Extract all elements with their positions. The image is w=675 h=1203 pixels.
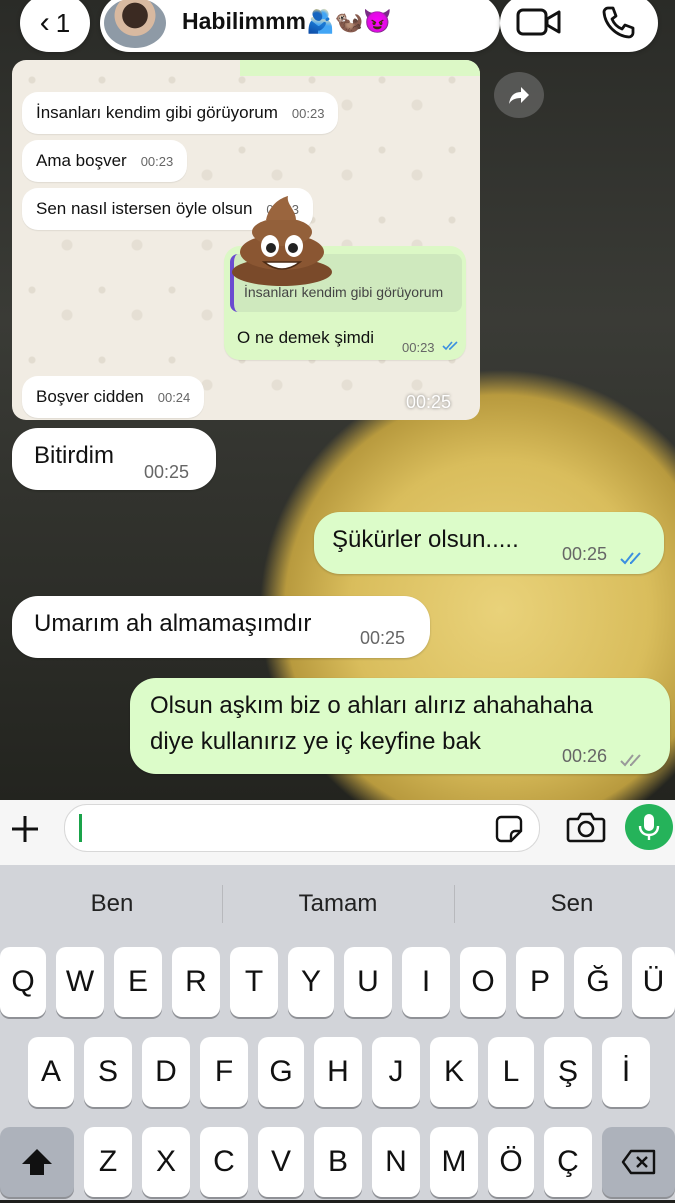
key-i[interactable]: I xyxy=(402,947,450,1017)
message-composer xyxy=(0,800,675,865)
backspace-icon xyxy=(621,1149,655,1175)
message-time: 00:26 xyxy=(562,746,608,766)
delivered-ticks-icon xyxy=(620,748,646,776)
key-y[interactable]: Y xyxy=(288,947,334,1017)
suggestion-divider xyxy=(222,885,223,923)
key-k[interactable]: K xyxy=(430,1037,478,1107)
screenshot-message: Boşver cidden 00:24 xyxy=(22,376,205,418)
text-caret xyxy=(79,814,82,842)
message-time: 00:25 xyxy=(562,544,608,564)
read-ticks-icon xyxy=(442,339,460,357)
forward-button[interactable] xyxy=(494,72,544,118)
microphone-icon xyxy=(638,814,660,840)
screenshot-message: Ama boşver 00:23 xyxy=(22,140,188,182)
message-time: 00:23 xyxy=(291,106,325,121)
suggestion-ben[interactable]: Ben xyxy=(0,865,224,943)
back-button[interactable]: ‹ 1 xyxy=(20,0,90,52)
key-i-dotted[interactable]: İ xyxy=(602,1037,650,1107)
key-u-umlaut[interactable]: Ü xyxy=(632,947,675,1017)
key-a[interactable]: A xyxy=(28,1037,74,1107)
incoming-message[interactable]: Bitirdim 00:25 xyxy=(12,428,216,490)
phone-icon[interactable] xyxy=(600,4,636,45)
screenshot-message: İnsanları kendim gibi görüyorum 00:23 xyxy=(22,92,339,134)
forward-icon xyxy=(509,87,529,104)
key-x[interactable]: X xyxy=(142,1127,190,1197)
poop-emoji-icon xyxy=(232,196,332,286)
key-m[interactable]: M xyxy=(430,1127,478,1197)
outgoing-message[interactable]: Olsun aşkım biz o ahları alırız ahahahah… xyxy=(130,678,670,774)
key-j[interactable]: J xyxy=(372,1037,420,1107)
outgoing-message[interactable]: Şükürler olsun..... 00:25 xyxy=(314,512,664,574)
keyboard: Ben Tamam Sen Q W E R T Y U I O P Ğ Ü A … xyxy=(0,865,675,1200)
message-input[interactable] xyxy=(64,804,540,852)
cropped-bubble xyxy=(240,60,480,76)
key-z[interactable]: Z xyxy=(84,1127,132,1197)
key-e[interactable]: E xyxy=(114,947,162,1017)
reply-time: 00:23 xyxy=(402,340,435,355)
contact-name: Habilimmm🫂🦦😈 xyxy=(182,8,392,34)
message-text-line: diye kullanırız ye iç keyfine bak xyxy=(150,728,481,755)
key-p[interactable]: P xyxy=(516,947,564,1017)
quoted-text: İnsanları kendim gibi görüyorum xyxy=(244,284,444,300)
chat-header: ‹ 1 Habilimmm🫂🦦😈 xyxy=(0,0,675,60)
key-d[interactable]: D xyxy=(142,1037,190,1107)
camera-icon[interactable] xyxy=(566,810,606,849)
message-text: Şükürler olsun..... xyxy=(332,526,519,553)
incoming-message[interactable]: Umarım ah almamaşımdır 00:25 xyxy=(12,596,430,658)
key-b[interactable]: B xyxy=(314,1127,362,1197)
message-time: 00:25 xyxy=(360,628,406,648)
key-g[interactable]: G xyxy=(258,1037,304,1107)
avatar[interactable] xyxy=(104,0,166,48)
message-text: İnsanları kendim gibi görüyorum xyxy=(36,103,278,122)
key-f[interactable]: F xyxy=(200,1037,248,1107)
key-s[interactable]: S xyxy=(84,1037,132,1107)
message-text: Umarım ah almamaşımdır xyxy=(34,610,312,637)
message-time: 00:24 xyxy=(157,390,191,405)
reply-text: O ne demek şimdi xyxy=(237,328,374,347)
key-r[interactable]: R xyxy=(172,947,220,1017)
key-n[interactable]: N xyxy=(372,1127,420,1197)
key-w[interactable]: W xyxy=(56,947,104,1017)
key-g-breve[interactable]: Ğ xyxy=(574,947,622,1017)
plus-icon[interactable] xyxy=(10,814,40,849)
key-c[interactable]: C xyxy=(200,1127,248,1197)
read-ticks-icon xyxy=(620,546,646,574)
unread-count: 1 xyxy=(55,7,71,38)
suggestion-tamam[interactable]: Tamam xyxy=(226,865,450,943)
chevron-left-icon: ‹ xyxy=(39,6,50,39)
key-o[interactable]: O xyxy=(460,947,506,1017)
message-text: Ama boşver xyxy=(36,151,127,170)
message-text-line: Olsun aşkım biz o ahları alırız ahahahah… xyxy=(150,692,593,719)
suggestion-divider xyxy=(454,885,455,923)
message-time: 00:25 xyxy=(144,462,190,482)
delete-key[interactable] xyxy=(602,1127,675,1197)
message-text: Sen nasıl istersen öyle olsun xyxy=(36,199,253,218)
message-time: 00:23 xyxy=(140,154,174,169)
key-v[interactable]: V xyxy=(258,1127,304,1197)
sticker-icon[interactable] xyxy=(495,815,523,848)
suggestion-sen[interactable]: Sen xyxy=(460,865,675,943)
contact-info-button[interactable]: Habilimmm🫂🦦😈 xyxy=(100,0,500,52)
voice-record-button[interactable] xyxy=(625,804,673,850)
key-h[interactable]: H xyxy=(314,1037,362,1107)
shift-icon xyxy=(22,1149,52,1175)
shift-key[interactable] xyxy=(0,1127,74,1197)
key-c-cedilla[interactable]: Ç xyxy=(544,1127,592,1197)
key-t[interactable]: T xyxy=(230,947,278,1017)
key-q[interactable]: Q xyxy=(0,947,46,1017)
key-l[interactable]: L xyxy=(488,1037,534,1107)
key-o-umlaut[interactable]: Ö xyxy=(488,1127,534,1197)
call-actions xyxy=(500,0,658,52)
key-s-cedilla[interactable]: Ş xyxy=(544,1037,592,1107)
image-message[interactable]: İnsanları kendim gibi görüyorum 00:23 Ama… xyxy=(12,60,480,420)
key-u[interactable]: U xyxy=(344,947,392,1017)
message-text: Bitirdim xyxy=(34,442,115,469)
message-text: Boşver cidden xyxy=(36,387,144,406)
image-time: 00:25 xyxy=(406,392,452,412)
video-call-icon[interactable] xyxy=(516,6,562,43)
